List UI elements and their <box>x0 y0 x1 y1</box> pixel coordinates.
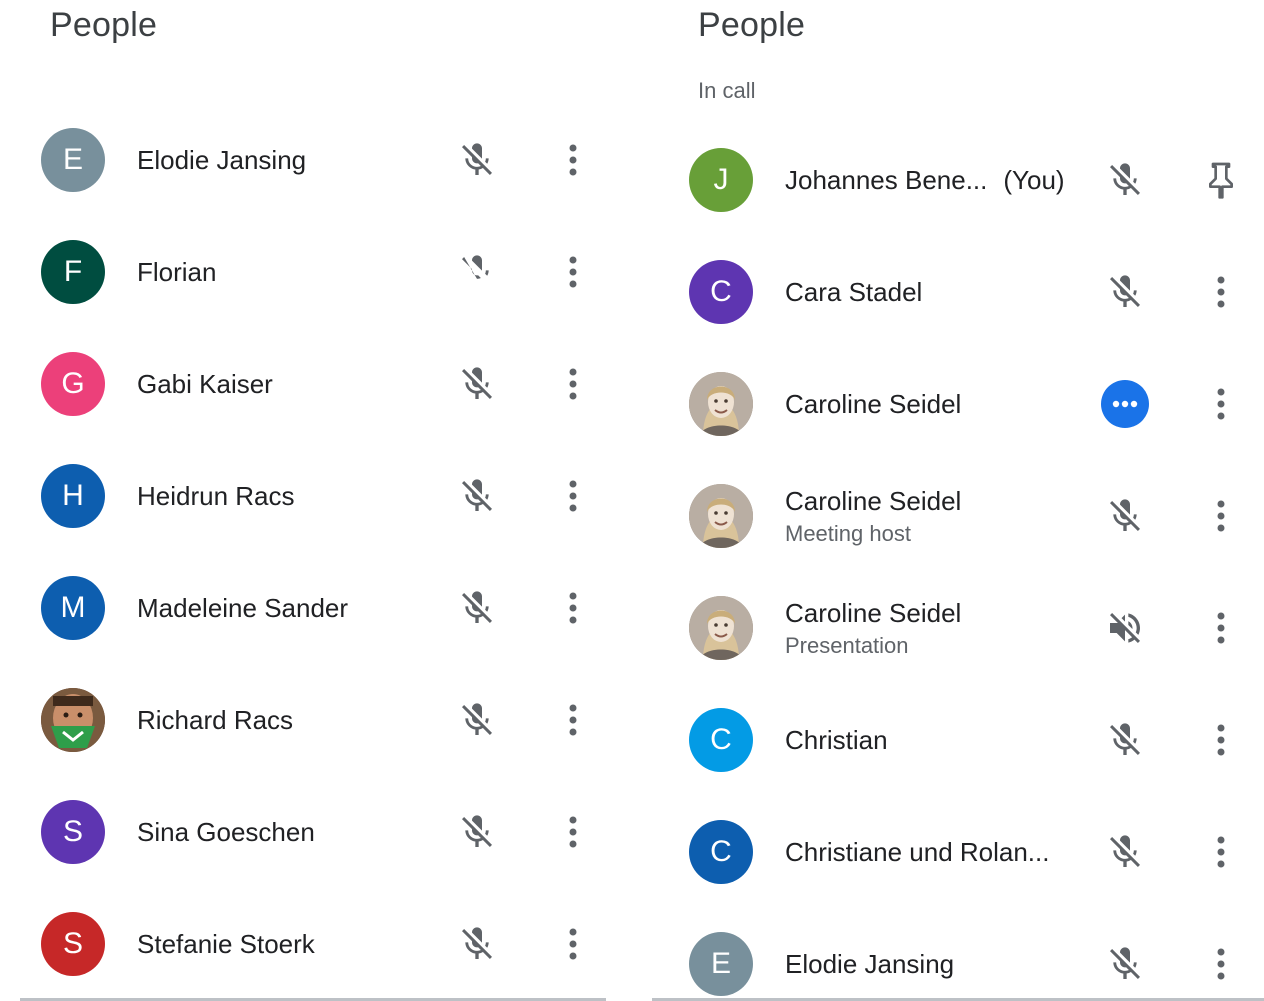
participant-name: Elodie Jansing <box>785 948 955 979</box>
participant-name: Elodie Jansing <box>137 144 307 175</box>
more-options-icon[interactable] <box>1201 494 1241 538</box>
participant-row[interactable]: Caroline Seidel <box>652 348 1264 460</box>
participant-row[interactable]: H Heidrun Racs <box>0 440 606 552</box>
mic-off-icon <box>1103 494 1147 538</box>
participant-row[interactable]: Caroline Seidel Presentation <box>652 572 1264 684</box>
participant-row[interactable]: M Madeleine Sander <box>0 552 606 664</box>
speaking-indicator-icon <box>1101 380 1149 428</box>
avatar: G <box>41 352 105 416</box>
mic-off-icon <box>455 138 499 182</box>
more-options-icon[interactable] <box>553 474 593 518</box>
participant-row[interactable]: C Christiane und Rolan... <box>652 796 1264 908</box>
more-options-icon[interactable] <box>1201 382 1241 426</box>
more-options-icon[interactable] <box>1201 942 1241 986</box>
avatar: C <box>689 820 753 884</box>
avatar-photo <box>689 372 753 436</box>
avatar: M <box>41 576 105 640</box>
more-options-icon[interactable] <box>553 138 593 182</box>
participant-name: Cara Stadel <box>785 276 923 307</box>
participant-name: Florian <box>137 256 217 287</box>
people-panel-left: People E Elodie Jansing F Florian G Gabi… <box>0 0 606 1001</box>
mic-off-icon <box>455 698 499 742</box>
mic-off-icon <box>455 586 499 630</box>
mic-off-icon <box>455 474 499 518</box>
more-options-icon[interactable] <box>1201 830 1241 874</box>
more-options-icon[interactable] <box>553 922 593 966</box>
avatar-photo <box>689 484 753 548</box>
participant-row[interactable]: E Elodie Jansing <box>652 908 1264 1001</box>
participant-name: Johannes Bene... <box>785 164 988 195</box>
mic-off-icon <box>1103 270 1147 314</box>
more-options-icon[interactable] <box>553 362 593 406</box>
participant-name: Christian <box>785 724 888 755</box>
mic-off-icon <box>1103 942 1147 986</box>
panel-title: People <box>50 6 158 44</box>
participant-role: Meeting host <box>785 520 911 546</box>
participant-row[interactable]: C Cara Stadel <box>652 236 1264 348</box>
avatar: F <box>41 240 105 304</box>
avatar: C <box>689 708 753 772</box>
avatar: H <box>41 464 105 528</box>
participant-name: Caroline Seidel <box>785 485 962 516</box>
more-options-icon[interactable] <box>1201 270 1241 314</box>
participant-row[interactable]: Richard Racs <box>0 664 606 776</box>
panel-title: People <box>698 6 806 44</box>
participant-name: Christiane und Rolan... <box>785 836 1050 867</box>
participant-row[interactable]: S Stefanie Stoerk <box>0 888 606 1000</box>
more-options-icon[interactable] <box>553 810 593 854</box>
participant-row[interactable]: S Sina Goeschen <box>0 776 606 888</box>
mic-off-icon <box>455 362 499 406</box>
more-options-icon[interactable] <box>553 586 593 630</box>
section-label-in-call: In call <box>698 78 756 103</box>
pin-icon[interactable] <box>1201 158 1241 202</box>
more-options-icon[interactable] <box>1201 606 1241 650</box>
more-options-icon[interactable] <box>553 250 593 294</box>
participant-name: Madeleine Sander <box>137 592 349 623</box>
participant-row[interactable]: G Gabi Kaiser <box>0 328 606 440</box>
participant-name: Heidrun Racs <box>137 480 295 511</box>
participant-row[interactable]: C Christian <box>652 684 1264 796</box>
volume-off-icon <box>1103 606 1147 650</box>
more-options-icon[interactable] <box>1201 718 1241 762</box>
participant-role: Presentation <box>785 632 909 658</box>
mic-off-icon <box>1103 718 1147 762</box>
avatar: E <box>689 932 753 996</box>
mic-off-icon <box>455 810 499 854</box>
more-options-icon[interactable] <box>553 698 593 742</box>
participant-row-self[interactable]: J Johannes Bene... (You) <box>652 124 1264 236</box>
participant-row[interactable]: E Elodie Jansing <box>0 104 606 216</box>
avatar-photo <box>689 596 753 660</box>
people-panel-right: People In call J Johannes Bene... (You) … <box>652 0 1264 1001</box>
participant-row[interactable]: F Florian <box>0 216 606 328</box>
participant-name: Richard Racs <box>137 704 294 735</box>
participant-name: Caroline Seidel <box>785 597 962 628</box>
participant-row[interactable]: Caroline Seidel Meeting host <box>652 460 1264 572</box>
avatar: S <box>41 800 105 864</box>
mic-off-icon <box>455 250 499 294</box>
avatar-photo <box>41 688 105 752</box>
participant-name: Stefanie Stoerk <box>137 928 315 959</box>
participant-name: Caroline Seidel <box>785 388 962 419</box>
avatar: E <box>41 128 105 192</box>
you-label: (You) <box>1003 164 1065 195</box>
mic-off-icon <box>1103 830 1147 874</box>
avatar: C <box>689 260 753 324</box>
participant-name: Sina Goeschen <box>137 816 315 847</box>
participant-name: Gabi Kaiser <box>137 368 273 399</box>
avatar: J <box>689 148 753 212</box>
mic-off-icon <box>1103 158 1147 202</box>
avatar: S <box>41 912 105 976</box>
mic-off-icon <box>455 922 499 966</box>
